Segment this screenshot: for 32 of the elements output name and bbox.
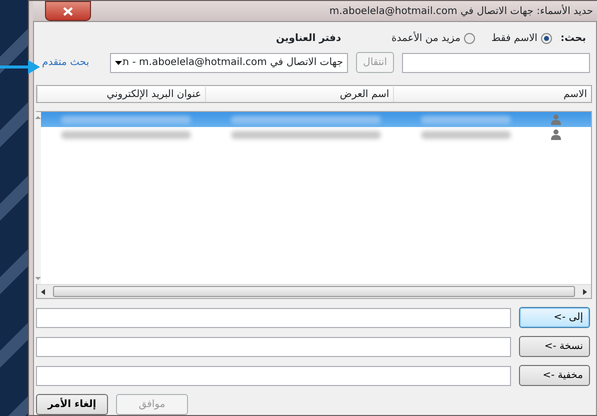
vertical-scrollbar[interactable] xyxy=(35,112,41,284)
window-title: حديد الأسماء: جهات الاتصال في m.aboelela@hotmail.com xyxy=(329,4,593,18)
dialog-button[interactable]: إلغاء الأمر xyxy=(36,394,108,415)
recipient-button[interactable]: إلى -> xyxy=(518,307,590,328)
recipient-field[interactable] xyxy=(36,336,511,356)
address-book-dropdown[interactable]: جهات الاتصال في m.aboelela@hotmail.com - ת xyxy=(110,52,348,72)
radio-button[interactable] xyxy=(541,32,552,44)
scroll-right-icon xyxy=(583,288,587,294)
address-book-label: دفتر العناوين xyxy=(276,32,342,46)
radio-button[interactable] xyxy=(464,32,476,44)
column-header[interactable]: اسم العرض xyxy=(205,86,394,102)
recipient-field[interactable] xyxy=(36,308,511,328)
column-header[interactable]: عنوان البريد الإلكتروني xyxy=(37,86,206,102)
close-button[interactable] xyxy=(45,1,91,21)
advanced-search-link[interactable]: بحث متقدم xyxy=(42,55,90,70)
dropdown-caret-icon xyxy=(115,60,122,64)
recipient-button[interactable]: نسخة -> xyxy=(518,336,590,357)
radio-label[interactable]: مزيد من الأعمدة xyxy=(391,30,460,46)
scroll-thumb[interactable] xyxy=(53,286,575,297)
arrow-icon xyxy=(0,60,40,74)
recipient-button[interactable]: مخفية -> xyxy=(518,365,590,386)
horizontal-scrollbar[interactable] xyxy=(37,284,591,298)
search-field[interactable] xyxy=(402,52,590,72)
scroll-left-icon xyxy=(41,288,45,294)
column-header[interactable]: الاسم xyxy=(393,86,591,102)
close-icon xyxy=(63,6,73,16)
contact-row[interactable] xyxy=(41,112,591,127)
recipient-field[interactable] xyxy=(36,366,511,386)
person-icon xyxy=(551,129,561,140)
person-icon xyxy=(551,114,561,125)
search-label: بحث: xyxy=(560,32,586,46)
radio-label[interactable]: الاسم فقط xyxy=(491,30,538,46)
